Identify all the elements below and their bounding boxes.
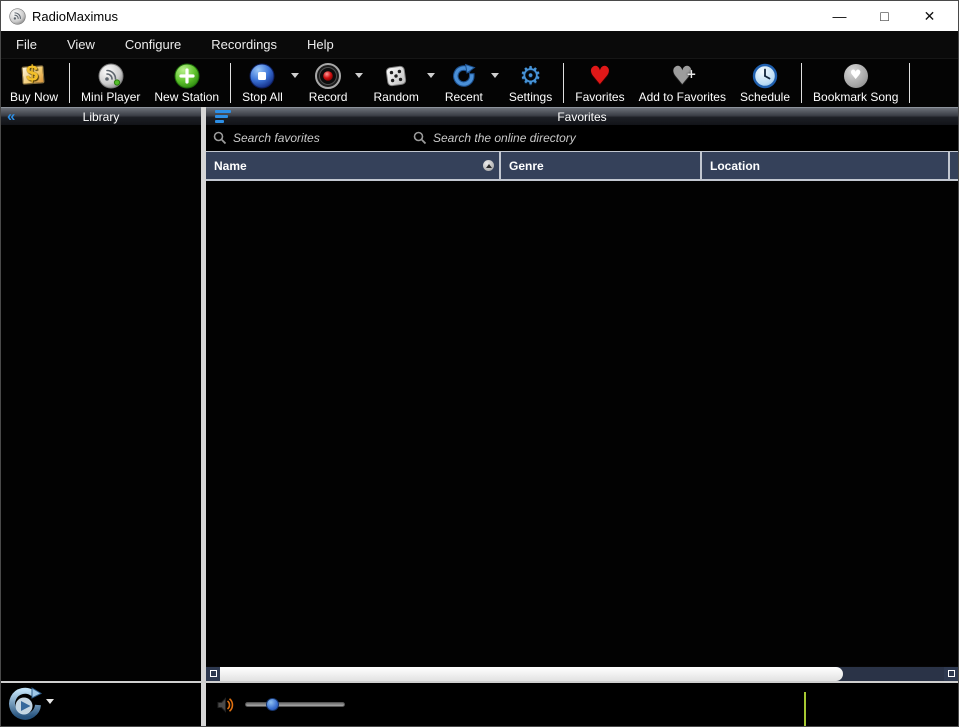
stop-all-button[interactable]: Stop All [235, 60, 290, 104]
menu-help[interactable]: Help [292, 31, 349, 58]
search-favorites-field[interactable] [206, 131, 406, 145]
record-icon [315, 63, 341, 89]
record-button[interactable]: Record [302, 60, 355, 104]
app-window: RadioMaximus — □ ✕ File View Configure R… [0, 0, 959, 727]
content-area: « Library Favorites [1, 107, 958, 681]
menu-view[interactable]: View [52, 31, 110, 58]
buy-now-button[interactable]: $ Buy Now [3, 60, 65, 104]
favorites-panel-title: Favorites [206, 110, 958, 124]
search-favorites-input[interactable] [233, 131, 383, 145]
new-station-icon [174, 63, 200, 89]
volume-mute-icon[interactable] [215, 695, 235, 715]
stop-all-dropdown-caret-icon[interactable] [291, 73, 299, 78]
play-last-dropdown-caret-icon[interactable] [46, 699, 54, 704]
library-panel-title: Library [1, 110, 201, 124]
menu-file[interactable]: File [1, 31, 52, 58]
panel-menu-icon[interactable] [215, 110, 231, 123]
library-panel: « Library [1, 107, 201, 681]
play-last-station-button[interactable] [7, 687, 43, 723]
stations-table-body[interactable] [206, 181, 958, 666]
search-icon [413, 131, 427, 145]
scrollbar-track[interactable] [220, 667, 944, 681]
column-header-genre[interactable]: Genre [501, 152, 702, 179]
mini-player-icon [98, 63, 124, 89]
scrollbar-thumb[interactable] [220, 667, 843, 681]
library-tree[interactable] [1, 125, 201, 681]
new-station-button[interactable]: New Station [147, 60, 226, 104]
volume-slider-thumb[interactable] [266, 698, 279, 711]
app-logo-icon [9, 8, 26, 25]
toolbar-separator [69, 63, 70, 103]
scroll-right-button[interactable] [944, 667, 958, 681]
player-bar-left [1, 683, 201, 726]
collapse-library-icon[interactable]: « [7, 110, 15, 124]
toolbar-separator [801, 63, 802, 103]
player-bar [1, 681, 958, 726]
record-dropdown-caret-icon[interactable] [355, 73, 363, 78]
search-directory-field[interactable] [406, 131, 958, 145]
toolbar-separator [563, 63, 564, 103]
add-to-favorites-button[interactable]: ♥+ Add to Favorites [632, 60, 733, 104]
random-dropdown-caret-icon[interactable] [427, 73, 435, 78]
menu-bar: File View Configure Recordings Help [1, 31, 958, 59]
column-header-location[interactable]: Location [702, 152, 950, 179]
settings-gear-icon: ⚙ [519, 63, 541, 88]
library-panel-header: « Library [1, 107, 201, 125]
toolbar: $ Buy Now Mini Player [1, 59, 958, 107]
search-row [206, 125, 958, 151]
close-button[interactable]: ✕ [907, 2, 952, 30]
toolbar-separator [230, 63, 231, 103]
schedule-button[interactable]: Schedule [733, 60, 797, 104]
favorites-panel-header: Favorites [206, 107, 958, 125]
settings-button[interactable]: ⚙ Settings [502, 60, 559, 104]
column-header-spacer [950, 152, 958, 179]
title-bar: RadioMaximus — □ ✕ [1, 1, 958, 31]
column-header-name[interactable]: Name [206, 152, 501, 179]
stop-all-icon [249, 63, 275, 89]
toolbar-separator [909, 63, 910, 103]
stations-table-header: Name Genre Location [206, 151, 958, 181]
volume-slider[interactable] [245, 702, 345, 707]
player-bar-main [206, 683, 958, 726]
menu-recordings[interactable]: Recordings [196, 31, 292, 58]
menu-configure[interactable]: Configure [110, 31, 196, 58]
scroll-left-button[interactable] [206, 667, 220, 681]
random-button[interactable]: Random [366, 60, 425, 104]
favorites-button[interactable]: ♥ Favorites [568, 60, 631, 104]
minimize-button[interactable]: — [817, 2, 862, 30]
recent-dropdown-caret-icon[interactable] [491, 73, 499, 78]
bookmark-song-icon: ♥ [844, 64, 868, 88]
random-icon [383, 63, 409, 89]
recent-icon [451, 63, 477, 89]
bookmark-song-button[interactable]: ♥ Bookmark Song [806, 60, 905, 104]
search-directory-input[interactable] [433, 131, 653, 145]
add-to-favorites-icon: ♥+ [671, 63, 693, 88]
maximize-button[interactable]: □ [862, 2, 907, 30]
favorites-heart-icon: ♥ [589, 63, 611, 88]
recent-button[interactable]: Recent [438, 60, 490, 104]
mini-player-button[interactable]: Mini Player [74, 60, 147, 104]
search-icon [213, 131, 227, 145]
schedule-clock-icon [752, 63, 778, 89]
player-section-divider [804, 692, 806, 726]
sort-indicator-icon[interactable] [483, 160, 494, 171]
window-title: RadioMaximus [32, 9, 118, 24]
buy-now-icon: $ [21, 64, 47, 88]
favorites-panel: Favorites [206, 107, 958, 681]
horizontal-scrollbar [206, 666, 958, 681]
